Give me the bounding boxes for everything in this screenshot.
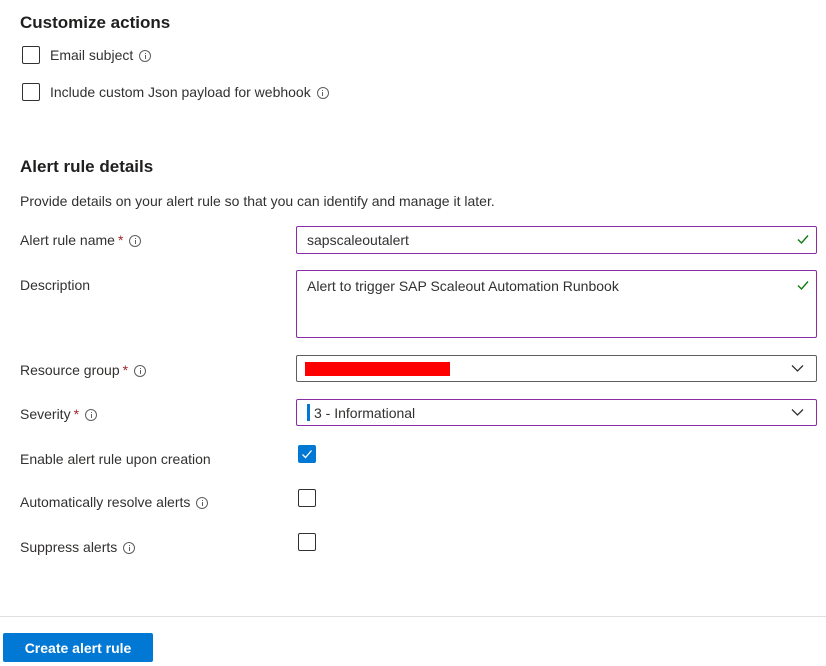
severity-label-row: Severity * (20, 406, 98, 422)
required-mark: * (122, 362, 129, 378)
chevron-down-icon (791, 365, 804, 372)
chevron-down-icon (791, 409, 804, 416)
alert-rule-details-title: Alert rule details (20, 157, 154, 176)
footer-divider (0, 616, 826, 617)
alert-rule-name-label-row: Alert rule name * (20, 232, 142, 248)
severity-label: Severity (20, 406, 71, 422)
description-value: Alert to trigger SAP Scaleout Automation… (307, 278, 619, 294)
resource-group-label-row: Resource group * (20, 362, 147, 378)
checkmark-icon (797, 281, 809, 291)
custom-json-label: Include custom Json payload for webhook (50, 84, 311, 100)
description-label: Description (20, 277, 91, 293)
email-subject-row: Email subject (50, 47, 152, 63)
checkmark-icon (302, 450, 312, 459)
email-subject-label: Email subject (50, 47, 134, 63)
enable-upon-creation-checkbox[interactable] (298, 445, 316, 463)
create-alert-rule-button[interactable]: Create alert rule (3, 633, 153, 662)
info-icon[interactable] (139, 50, 152, 63)
enable-upon-creation-label: Enable alert rule upon creation (20, 451, 211, 467)
custom-json-checkbox[interactable] (22, 83, 40, 101)
checkmark-icon (797, 235, 809, 245)
alert-rule-details-description: Provide details on your alert rule so th… (20, 193, 495, 209)
email-subject-checkbox[interactable] (22, 46, 40, 64)
auto-resolve-label-row: Automatically resolve alerts (20, 494, 209, 510)
redacted-value (305, 362, 450, 376)
severity-value: 3 - Informational (314, 405, 416, 421)
info-icon[interactable] (134, 365, 147, 378)
info-icon[interactable] (123, 542, 136, 555)
alert-rule-name-value: sapscaleoutalert (307, 232, 409, 248)
description-textarea[interactable]: Alert to trigger SAP Scaleout Automation… (296, 270, 817, 338)
info-icon[interactable] (85, 409, 98, 422)
required-mark: * (73, 406, 80, 422)
info-icon[interactable] (316, 87, 329, 100)
auto-resolve-checkbox[interactable] (298, 489, 316, 507)
info-icon[interactable] (129, 235, 142, 248)
alert-rule-name-input[interactable]: sapscaleoutalert (296, 226, 817, 254)
alert-rule-name-label: Alert rule name (20, 232, 115, 248)
customize-actions-title: Customize actions (20, 13, 171, 32)
info-icon[interactable] (196, 497, 209, 510)
custom-json-row: Include custom Json payload for webhook (50, 84, 329, 100)
alert-rule-form: Customize actions Email subject Include … (0, 0, 826, 666)
auto-resolve-label: Automatically resolve alerts (20, 494, 191, 510)
resource-group-label: Resource group (20, 362, 120, 378)
resource-group-dropdown[interactable] (296, 355, 817, 382)
suppress-checkbox[interactable] (298, 533, 316, 551)
severity-color-indicator (307, 404, 310, 421)
severity-dropdown[interactable]: 3 - Informational (296, 399, 817, 426)
required-mark: * (117, 232, 124, 248)
suppress-label-row: Suppress alerts (20, 539, 136, 555)
suppress-label: Suppress alerts (20, 539, 118, 555)
